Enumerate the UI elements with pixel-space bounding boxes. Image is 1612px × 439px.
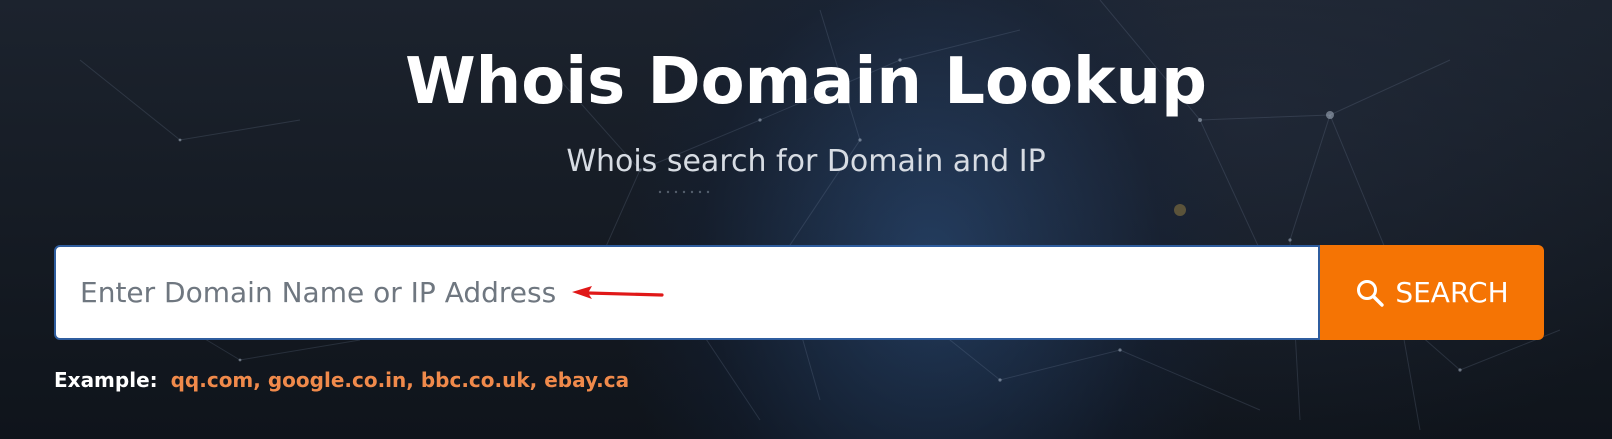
example-link-qq[interactable]: qq.com (171, 368, 254, 392)
search-button[interactable]: SEARCH (1320, 245, 1544, 340)
red-arrow-left-icon (572, 286, 664, 299)
examples-row: Example: qq.com, google.co.in, bbc.co.uk… (54, 366, 629, 394)
examples-links: qq.com, google.co.in, bbc.co.uk, ebay.ca (170, 368, 630, 392)
example-link-google[interactable]: google.co.in (268, 368, 406, 392)
page-title: Whois Domain Lookup (405, 45, 1207, 119)
page-subtitle: Whois search for Domain and IP (566, 144, 1046, 179)
whois-search-form: SEARCH (54, 245, 1544, 340)
examples-label: Example: (54, 368, 158, 392)
search-icon (1355, 278, 1385, 308)
hero-section: Whois Domain Lookup Whois search for Dom… (0, 0, 1612, 439)
search-button-label: SEARCH (1395, 276, 1509, 309)
example-link-bbc[interactable]: bbc.co.uk (421, 368, 530, 392)
example-link-ebay[interactable]: ebay.ca (544, 368, 629, 392)
domain-search-input[interactable] (54, 245, 1320, 340)
